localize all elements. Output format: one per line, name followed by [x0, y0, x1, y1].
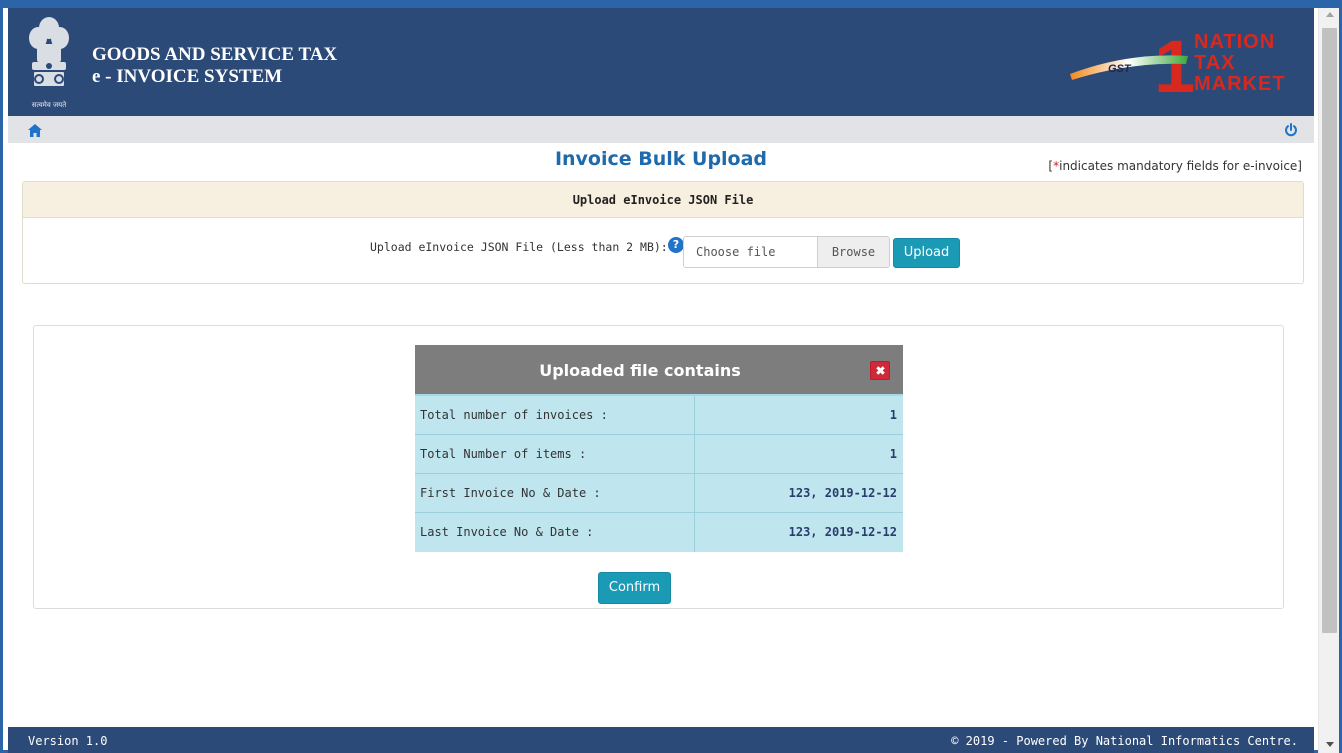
row-label: Total number of invoices :: [415, 396, 695, 434]
upload-panel: Upload eInvoice JSON File Upload eInvoic…: [22, 181, 1304, 284]
row-value: 1: [889, 408, 897, 422]
emblem-icon: [29, 17, 69, 86]
table-row: Total number of invoices : 1: [415, 396, 903, 435]
upload-panel-heading: Upload eInvoice JSON File: [23, 182, 1303, 218]
scroll-up-arrow-icon[interactable]: [1326, 12, 1334, 17]
version-label: Version 1.0: [28, 734, 108, 748]
logo-nation: NATION: [1194, 31, 1275, 53]
scroll-down-arrow-icon[interactable]: [1326, 742, 1334, 747]
top-toolbar: [8, 116, 1314, 143]
power-icon[interactable]: [1284, 122, 1298, 137]
logo-market: MARKET: [1194, 73, 1286, 95]
logo-icon: 1 GST NATION TAX MARKET: [1070, 25, 1286, 108]
title-line-2: e - INVOICE SYSTEM: [92, 66, 283, 87]
upload-button[interactable]: Upload: [893, 238, 960, 268]
site-title: GOODS AND SERVICE TAX e - INVOICE SYSTEM: [92, 44, 337, 88]
title-line-1: GOODS AND SERVICE TAX: [92, 44, 338, 65]
emblem-caption: सत्यमेव जयते: [31, 101, 67, 109]
row-label: Total Number of items :: [415, 435, 695, 473]
site-footer: Version 1.0 © 2019 - Powered By National…: [8, 727, 1314, 753]
upload-row: Upload eInvoice JSON File (Less than 2 M…: [23, 218, 1303, 284]
confirm-button[interactable]: Confirm: [598, 572, 671, 604]
logo-tax: TAX: [1194, 52, 1236, 74]
table-row: Total Number of items : 1: [415, 435, 903, 474]
table-row: First Invoice No & Date : 123, 2019-12-1…: [415, 474, 903, 513]
national-emblem: सत्यमेव जयते: [20, 14, 78, 110]
summary-header: Uploaded file contains: [415, 345, 903, 396]
file-placeholder: Choose file: [696, 245, 776, 259]
browse-button[interactable]: Browse: [817, 237, 889, 267]
copyright-text: © 2019 - Powered By National Informatics…: [951, 734, 1298, 748]
vertical-scrollbar[interactable]: [1318, 8, 1339, 753]
logo-number: 1: [1154, 30, 1195, 102]
scroll-thumb[interactable]: [1322, 28, 1337, 633]
row-label: First Invoice No & Date :: [415, 474, 695, 512]
logo-gst: GST: [1108, 63, 1132, 75]
table-row: Last Invoice No & Date : 123, 2019-12-12: [415, 513, 903, 552]
row-value: 123, 2019-12-12: [788, 486, 897, 500]
row-value: 123, 2019-12-12: [788, 525, 897, 539]
summary-title: Uploaded file contains: [539, 361, 741, 380]
row-value: 1: [889, 447, 897, 461]
close-icon[interactable]: [870, 361, 890, 380]
home-icon[interactable]: [28, 122, 42, 137]
result-panel: Uploaded file contains Total number of i…: [33, 325, 1284, 609]
site-header: सत्यमेव जयते GOODS AND SERVICE TAX e - I…: [8, 8, 1314, 116]
upload-field-label: Upload eInvoice JSON File (Less than 2 M…: [370, 240, 668, 254]
row-label: Last Invoice No & Date :: [415, 513, 695, 552]
summary-table: Uploaded file contains Total number of i…: [415, 345, 903, 552]
file-input[interactable]: Choose file Browse: [683, 236, 890, 268]
one-nation-one-tax-logo: 1 GST NATION TAX MARKET: [1068, 25, 1302, 108]
mandatory-note: [*indicates mandatory fields for e-invoi…: [1048, 159, 1302, 173]
mandatory-text: indicates mandatory fields for e-invoice…: [1059, 159, 1302, 173]
help-icon[interactable]: ?: [668, 237, 684, 253]
